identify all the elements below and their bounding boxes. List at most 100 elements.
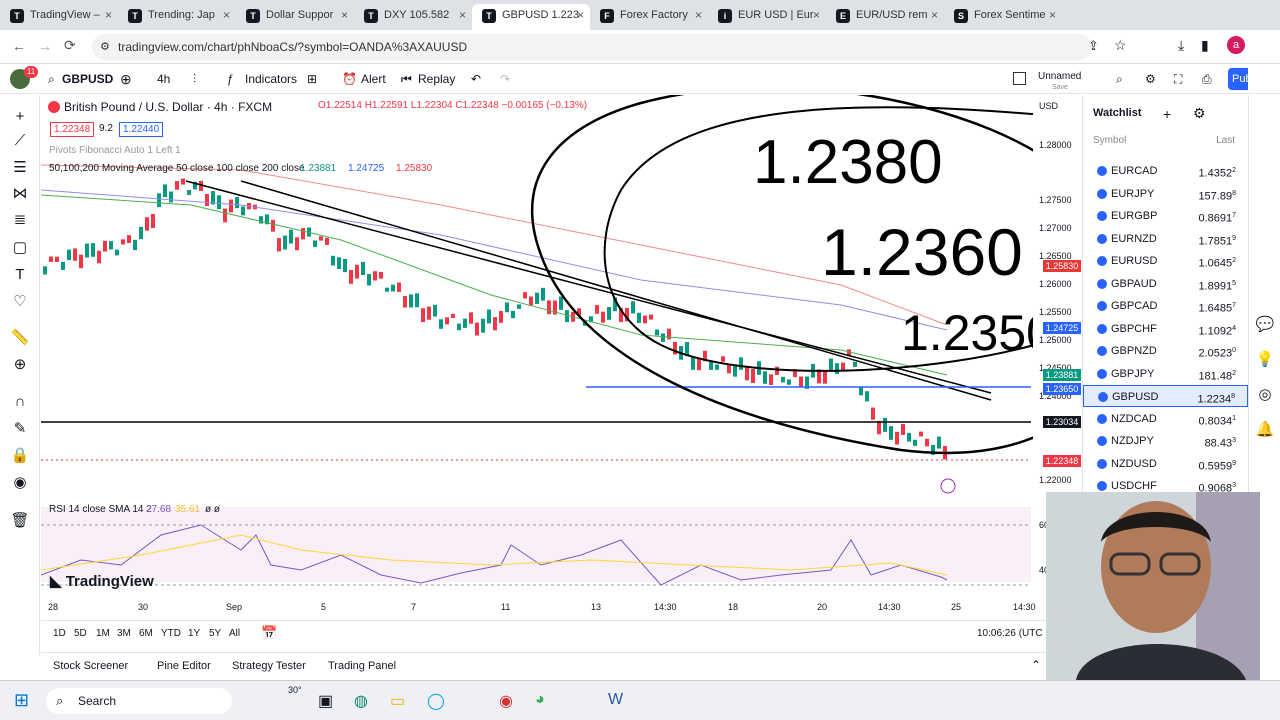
- series-title[interactable]: British Pound / U.S. Dollar · 4h · FXCM: [64, 100, 272, 114]
- reload-icon[interactable]: ⟳: [64, 37, 76, 54]
- edge-icon[interactable]: ◍: [354, 691, 368, 711]
- replay-button[interactable]: Replay: [418, 70, 455, 88]
- folder-icon[interactable]: ▭: [390, 691, 405, 711]
- close-tab-icon[interactable]: ×: [577, 4, 584, 26]
- col-symbol[interactable]: Symbol: [1093, 135, 1126, 146]
- layout-checkbox[interactable]: [1013, 72, 1026, 85]
- undo-icon[interactable]: ↶: [471, 70, 481, 88]
- ideas-icon[interactable]: 💡: [1255, 350, 1275, 370]
- panel-tab[interactable]: Trading Panel: [328, 660, 396, 672]
- watchlist-row[interactable]: EURJPY 157.898: [1083, 183, 1248, 205]
- trendline-icon[interactable]: ⟋: [10, 131, 30, 151]
- watchlist-row[interactable]: NZDJPY 88.433: [1083, 430, 1248, 452]
- bell-icon[interactable]: 🔔: [1255, 420, 1275, 440]
- clock[interactable]: 10:06:26 (UTC: [977, 628, 1043, 639]
- star-icon[interactable]: ☆: [1114, 37, 1127, 54]
- panel-tab[interactable]: Stock Screener: [53, 660, 128, 672]
- watchlist-title[interactable]: Watchlist: [1093, 107, 1142, 119]
- indicators-button[interactable]: Indicators: [245, 70, 297, 88]
- add-symbol-icon[interactable]: +: [1163, 106, 1171, 122]
- forward-icon[interactable]: →: [38, 38, 52, 54]
- interval-button[interactable]: 4h: [157, 70, 170, 88]
- browser-tab[interactable]: T Dollar Suppor ×: [236, 4, 354, 30]
- symbol-search-icon[interactable]: ⌕: [48, 70, 55, 88]
- trash-icon[interactable]: 🗑: [10, 511, 30, 531]
- pivots-indicator[interactable]: Pivots Fibonacci Auto 1 Left 1: [49, 145, 181, 156]
- watchlist-settings-icon[interactable]: ⚙: [1193, 105, 1206, 122]
- back-icon[interactable]: ←: [12, 38, 26, 54]
- bid-price[interactable]: 1.22348: [50, 122, 95, 137]
- browser-tab[interactable]: T TradingView – ×: [0, 4, 118, 30]
- browser-tab[interactable]: T GBPUSD 1.223 ×: [472, 4, 590, 30]
- close-tab-icon[interactable]: ×: [223, 4, 230, 26]
- lock-drawing-icon[interactable]: ✎: [10, 419, 30, 439]
- close-tab-icon[interactable]: ×: [459, 4, 466, 26]
- compare-icon[interactable]: ⊕: [120, 70, 132, 88]
- snapshot-icon[interactable]: ⎙: [1202, 70, 1212, 88]
- price-axis[interactable]: USD 1.28000 1.27500 1.27000 1.26500 1.26000 1…: [1033, 95, 1081, 575]
- close-tab-icon[interactable]: ×: [931, 4, 938, 26]
- zoom-icon[interactable]: ⊕: [10, 355, 30, 375]
- range-button[interactable]: 3M: [117, 628, 131, 639]
- site-info-icon[interactable]: ⚙: [100, 34, 110, 60]
- publish-button[interactable]: Pub: [1228, 68, 1252, 90]
- text-icon[interactable]: T: [10, 265, 30, 285]
- range-button[interactable]: YTD: [161, 628, 181, 639]
- browser-tab[interactable]: F Forex Factory ×: [590, 4, 708, 30]
- watchlist-row[interactable]: EURUSD 1.06452: [1083, 250, 1248, 272]
- watchlist-row[interactable]: GBPNZD 2.05230: [1083, 340, 1248, 362]
- chat-icon[interactable]: 💬: [1255, 315, 1275, 335]
- col-last[interactable]: Last: [1216, 135, 1235, 146]
- date-range-icon[interactable]: 📅: [261, 625, 277, 641]
- fullscreen-icon[interactable]: ⛶: [1174, 70, 1182, 88]
- watchlist-row[interactable]: EURCAD 1.43522: [1083, 160, 1248, 182]
- range-button[interactable]: 1M: [96, 628, 110, 639]
- pattern-icon[interactable]: ⋈: [10, 184, 30, 204]
- rsi-indicator[interactable]: RSI 14 close SMA 14 2: [49, 504, 152, 515]
- chart-type-icon[interactable]: ⫶: [193, 70, 196, 88]
- flag-icon[interactable]: [48, 101, 60, 113]
- range-button[interactable]: 5D: [74, 628, 87, 639]
- lock-icon[interactable]: 🔒: [10, 446, 30, 466]
- panel-tab[interactable]: Pine Editor: [157, 660, 211, 672]
- close-tab-icon[interactable]: ×: [695, 4, 702, 26]
- ask-price[interactable]: 1.22440: [119, 122, 164, 137]
- close-tab-icon[interactable]: ×: [105, 4, 112, 26]
- watchlist-row[interactable]: GBPUSD 1.22348: [1083, 385, 1248, 407]
- magnet-icon[interactable]: ∩: [10, 392, 30, 412]
- range-button[interactable]: 5Y: [209, 628, 221, 639]
- chrome-icon[interactable]: ◕: [535, 691, 545, 709]
- alert-button[interactable]: Alert: [361, 70, 386, 88]
- watchlist-row[interactable]: GBPJPY 181.482: [1083, 363, 1248, 385]
- time-axis[interactable]: 28 30 Sep 5 7 11 13 14:30 18 20 14:30 25 14:30: [41, 600, 1036, 616]
- range-button[interactable]: All: [229, 628, 240, 639]
- browser-tab[interactable]: i EUR USD | Eur ×: [708, 4, 826, 30]
- watchlist-row[interactable]: NZDUSD 0.59599: [1083, 453, 1248, 475]
- ruler-icon[interactable]: 📏: [10, 328, 30, 348]
- browser-tab[interactable]: T Trending: Jap ×: [118, 4, 236, 30]
- settings-icon[interactable]: ⚙: [1145, 70, 1156, 88]
- templates-icon[interactable]: ⊞: [307, 70, 317, 88]
- sidepanel-icon[interactable]: ▮: [1201, 37, 1209, 54]
- download-icon[interactable]: ⤓: [1178, 37, 1184, 54]
- profile-avatar[interactable]: a: [1227, 36, 1245, 54]
- watchlist-row[interactable]: GBPCHF 1.10924: [1083, 318, 1248, 340]
- redo-icon[interactable]: ↷: [500, 70, 510, 88]
- range-button[interactable]: 1Y: [188, 628, 200, 639]
- close-tab-icon[interactable]: ×: [341, 4, 348, 26]
- close-tab-icon[interactable]: ×: [813, 4, 820, 26]
- currency-label[interactable]: USD: [1039, 101, 1058, 111]
- url-field[interactable]: ⚙ tradingview.com/chart/phNboaCs/?symbol=…: [92, 34, 1092, 60]
- browser-tab[interactable]: E EUR/USD rem ×: [826, 4, 944, 30]
- record-icon[interactable]: ◉: [499, 691, 513, 711]
- watchlist-row[interactable]: GBPAUD 1.89915: [1083, 273, 1248, 295]
- range-button[interactable]: 6M: [139, 628, 153, 639]
- price-chart[interactable]: 1.2380 1.2360 1.2350: [41, 95, 1081, 650]
- weather-temp[interactable]: 30°: [288, 685, 302, 695]
- symbol-button[interactable]: GBPUSD: [62, 70, 113, 88]
- start-icon[interactable]: ⊞: [14, 690, 29, 711]
- crosshair-icon[interactable]: +: [10, 107, 30, 127]
- quick-search-icon[interactable]: ⌕: [1116, 70, 1123, 88]
- collapse-icon[interactable]: ⌃: [1031, 658, 1041, 672]
- ma-indicator[interactable]: 50,100,200 Moving Average 50 close 100 c…: [49, 163, 305, 174]
